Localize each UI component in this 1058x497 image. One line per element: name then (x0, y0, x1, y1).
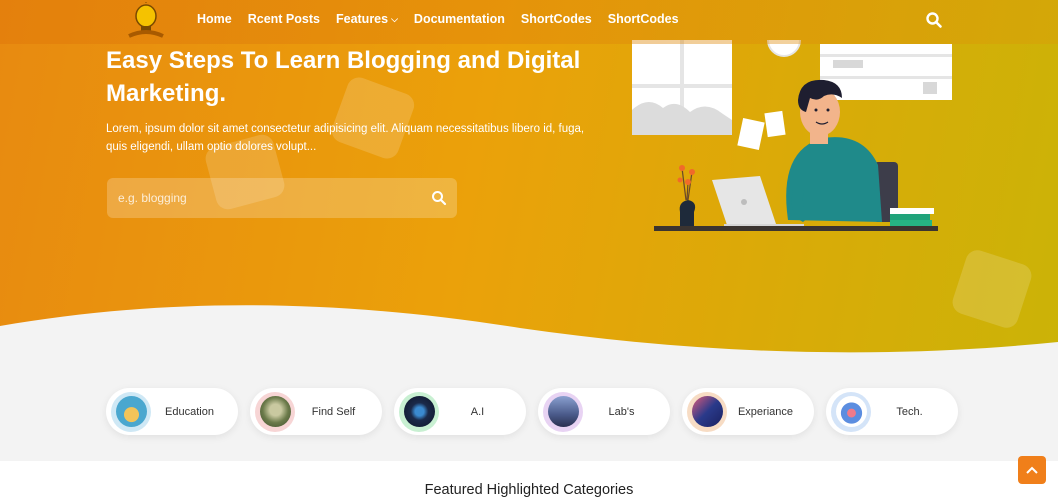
chevron-down-icon: ⌵ (391, 13, 398, 24)
nav-features-label: Features (335, 12, 389, 26)
ai-icon (399, 391, 439, 432)
back-to-top-button[interactable] (1018, 456, 1046, 484)
category-find-self[interactable]: Find Self (250, 388, 382, 435)
category-label: Tech. (896, 405, 923, 418)
hero-search-input[interactable] (107, 178, 417, 218)
category-label: Find Self (311, 405, 356, 418)
search-icon[interactable] (925, 11, 943, 29)
nav-documentation-label: Documentation (413, 12, 505, 26)
find-self-icon (255, 391, 295, 432)
hero-search-box (107, 178, 457, 218)
main-nav: Home Rcent Posts Features ⌵ Documentation… (197, 12, 695, 26)
nav-features[interactable]: Features ⌵ (336, 12, 398, 26)
category-label: A.I (470, 405, 485, 418)
hero-wave (0, 305, 1058, 360)
site-logo[interactable] (126, 2, 166, 40)
nav-shortcodes-2-label: ShortCodes (607, 12, 679, 26)
category-labs[interactable]: Lab's (538, 388, 670, 435)
hero-description: Lorem, ipsum dolor sit amet consectetur … (106, 123, 585, 153)
hero-title: Easy Steps To Learn Blogging and Digital… (106, 47, 581, 107)
nav-shortcodes-2[interactable]: ShortCodes (608, 12, 679, 26)
hero-illustration (632, 40, 952, 231)
category-tech[interactable]: Tech. (826, 388, 958, 435)
education-icon (111, 391, 151, 432)
category-label: Lab's (608, 405, 635, 418)
nav-recent-posts[interactable]: Rcent Posts (248, 12, 320, 26)
top-navbar: Home Rcent Posts Features ⌵ Documentation… (0, 0, 1058, 44)
category-label: Education (165, 405, 214, 418)
category-list: Education Find Self A.I Lab's Experiance… (106, 388, 958, 435)
category-label: Experiance (737, 405, 794, 418)
labs-icon (543, 391, 583, 432)
nav-shortcodes-label: ShortCodes (520, 12, 592, 26)
section-title: Featured Highlighted Categories (424, 482, 634, 497)
chevron-up-icon (1026, 466, 1038, 474)
hero-search-icon[interactable] (431, 190, 447, 206)
nav-home-label: Home (197, 12, 232, 26)
category-education[interactable]: Education (106, 388, 238, 435)
nav-home[interactable]: Home (197, 12, 232, 26)
nav-recent-posts-label: Rcent Posts (247, 12, 320, 26)
category-experiance[interactable]: Experiance (682, 388, 814, 435)
experiance-icon (687, 391, 727, 432)
tech-icon (831, 391, 871, 432)
category-ai[interactable]: A.I (394, 388, 526, 435)
nav-documentation[interactable]: Documentation (414, 12, 505, 26)
nav-shortcodes[interactable]: ShortCodes (521, 12, 592, 26)
